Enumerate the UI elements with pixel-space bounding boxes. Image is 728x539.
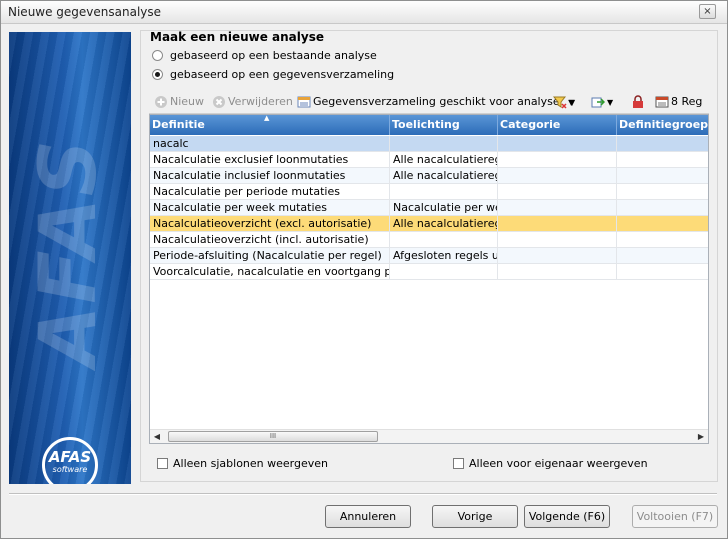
table-row[interactable]: Periode-afsluiting (Nacalculatie per reg…	[150, 248, 708, 264]
title-bar: Nieuwe gegevensanalyse ×	[1, 1, 727, 24]
sort-ascending-icon: ▲	[264, 114, 270, 122]
next-button[interactable]: Volgende (F6)	[524, 505, 610, 528]
dataset-dropdown[interactable]: Gegevensverzameling geschikt voor analys…	[297, 94, 574, 110]
footer-divider	[9, 493, 717, 495]
grid-toolbar: Nieuw Verwijderen Gegevensverzameling ge…	[149, 91, 709, 114]
cancel-button[interactable]: Annuleren	[325, 505, 411, 528]
column-header-toelichting[interactable]: Toelichting	[390, 115, 498, 135]
lock-icon	[633, 95, 643, 108]
delete-button[interactable]: Verwijderen	[212, 94, 293, 110]
previous-button[interactable]: Vorige	[432, 505, 518, 528]
table-row[interactable]: Nacalculatieoverzicht (incl. autorisatie…	[150, 232, 708, 248]
owner-only-checkbox[interactable]: Alleen voor eigenaar weergeven	[453, 457, 648, 472]
export-button[interactable]: ▼	[591, 94, 613, 110]
window-title: Nieuwe gegevensanalyse	[8, 5, 162, 19]
option-dataset[interactable]: gebaseerd op een gegevensverzameling	[152, 68, 412, 84]
chevron-down-icon: ▼	[607, 98, 614, 107]
afas-logo: AFAS software	[42, 437, 98, 484]
definitions-grid[interactable]: Definitie ▲ Toelichting Categorie Defini…	[149, 114, 709, 444]
grid-header: Definitie ▲ Toelichting Categorie Defini…	[150, 115, 708, 135]
finish-button[interactable]: Voltooien (F7)	[632, 505, 718, 528]
column-header-categorie[interactable]: Categorie	[498, 115, 617, 135]
radio-button[interactable]	[152, 50, 163, 61]
checkbox[interactable]	[157, 458, 168, 469]
radio-button[interactable]	[152, 69, 163, 80]
section-heading: Maak een nieuwe analyse	[150, 30, 324, 44]
column-header-definitie[interactable]: Definitie	[150, 115, 390, 135]
column-header-definitiegroep[interactable]: Definitiegroep	[617, 115, 708, 135]
table-row[interactable]: Voorcalculatie, nacalculatie en voortgan…	[150, 264, 708, 280]
brand-sidebar: AFAS AFAS software	[9, 32, 131, 484]
table-row[interactable]: Nacalculatie inclusief loonmutaties Alle…	[150, 168, 708, 184]
horizontal-scrollbar[interactable]: ◀ III ▶	[150, 429, 708, 443]
filter-row[interactable]: nacalc	[150, 136, 708, 152]
filter-icon	[553, 96, 567, 109]
add-icon	[155, 96, 167, 108]
lock-button[interactable]	[631, 94, 647, 110]
checkbox[interactable]	[453, 458, 464, 469]
export-icon	[591, 97, 605, 108]
delete-icon	[213, 96, 225, 108]
scroll-thumb[interactable]: III	[168, 431, 378, 442]
scroll-right-icon[interactable]: ▶	[694, 430, 708, 443]
new-button[interactable]: Nieuw	[154, 94, 204, 110]
brand-watermark: AFAS	[24, 137, 114, 367]
table-row[interactable]: Nacalculatie exclusief loonmutaties Alle…	[150, 152, 708, 168]
scroll-left-icon[interactable]: ◀	[150, 430, 164, 443]
records-icon	[655, 96, 669, 108]
close-button[interactable]: ×	[699, 4, 716, 19]
chevron-down-icon: ▼	[569, 98, 576, 107]
table-row-selected[interactable]: Nacalculatieoverzicht (excl. autorisatie…	[150, 216, 708, 232]
templates-only-checkbox[interactable]: Alleen sjablonen weergeven	[157, 457, 328, 472]
dataset-icon	[297, 96, 311, 108]
table-row[interactable]: Nacalculatie per periode mutaties	[150, 184, 708, 200]
table-row[interactable]: Nacalculatie per week mutaties Nacalcula…	[150, 200, 708, 216]
option-existing-analysis[interactable]: gebaseerd op een bestaande analyse	[152, 49, 412, 65]
records-button[interactable]: 8 Reg	[655, 94, 702, 110]
filter-input[interactable]: nacalc	[150, 136, 390, 151]
filter-button[interactable]: ▼	[553, 94, 575, 110]
